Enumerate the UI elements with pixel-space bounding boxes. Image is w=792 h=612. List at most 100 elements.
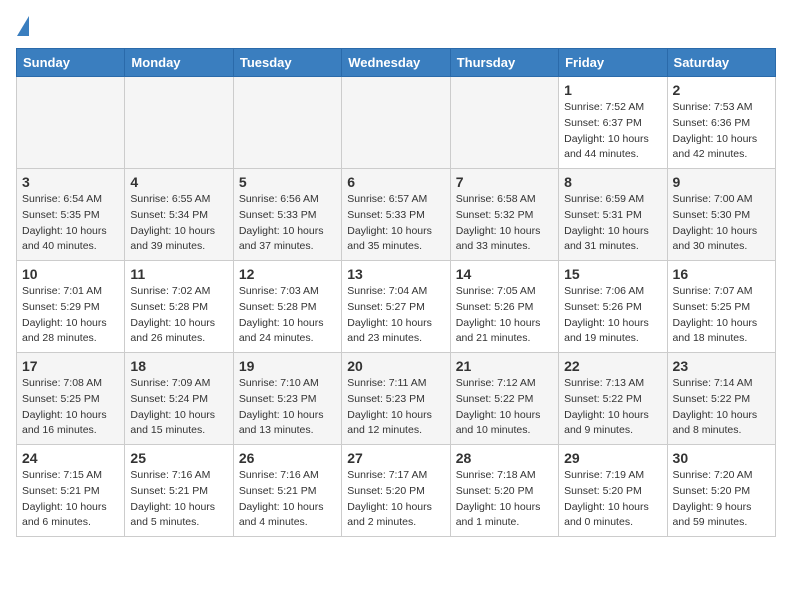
day-info: Sunrise: 6:59 AM Sunset: 5:31 PM Dayligh… xyxy=(564,192,661,255)
weekday-header-friday: Friday xyxy=(559,49,667,77)
calendar-week-row: 24Sunrise: 7:15 AM Sunset: 5:21 PM Dayli… xyxy=(17,445,776,537)
day-number: 21 xyxy=(456,358,553,374)
weekday-header-monday: Monday xyxy=(125,49,233,77)
day-number: 8 xyxy=(564,174,661,190)
calendar-cell: 14 Sunrise: 7:05 AM Sunset: 5:26 PM Dayli… xyxy=(450,261,558,353)
day-info: Sunrise: 7:05 AM Sunset: 5:26 PM Dayligh… xyxy=(456,284,553,347)
calendar-cell xyxy=(342,77,450,169)
day-number: 3 xyxy=(22,174,119,190)
calendar-cell: 18 Sunrise: 7:09 AM Sunset: 5:24 PM Dayli… xyxy=(125,353,233,445)
logo xyxy=(16,16,29,36)
calendar-cell: 12 Sunrise: 7:03 AM Sunset: 5:28 PM Dayli… xyxy=(233,261,341,353)
calendar-cell: 28 Sunrise: 7:18 AM Sunset: 5:20 PM Dayli… xyxy=(450,445,558,537)
day-number: 12 xyxy=(239,266,336,282)
day-info: Sunrise: 6:58 AM Sunset: 5:32 PM Dayligh… xyxy=(456,192,553,255)
day-number: 22 xyxy=(564,358,661,374)
day-number: 25 xyxy=(130,450,227,466)
calendar-cell: 13 Sunrise: 7:04 AM Sunset: 5:27 PM Dayli… xyxy=(342,261,450,353)
day-info: Sunrise: 7:20 AM Sunset: 5:20 PM Dayligh… xyxy=(673,468,770,531)
day-number: 7 xyxy=(456,174,553,190)
day-number: 2 xyxy=(673,82,770,98)
day-number: 17 xyxy=(22,358,119,374)
weekday-header-wednesday: Wednesday xyxy=(342,49,450,77)
calendar-cell: 1Sunrise: 7:52 AM Sunset: 6:37 PM Daylig… xyxy=(559,77,667,169)
day-info: Sunrise: 6:55 AM Sunset: 5:34 PM Dayligh… xyxy=(130,192,227,255)
day-number: 19 xyxy=(239,358,336,374)
calendar-cell: 2Sunrise: 7:53 AM Sunset: 6:36 PM Daylig… xyxy=(667,77,775,169)
day-info: Sunrise: 7:19 AM Sunset: 5:20 PM Dayligh… xyxy=(564,468,661,531)
day-info: Sunrise: 7:16 AM Sunset: 5:21 PM Dayligh… xyxy=(239,468,336,531)
calendar-cell: 30 Sunrise: 7:20 AM Sunset: 5:20 PM Dayli… xyxy=(667,445,775,537)
day-number: 24 xyxy=(22,450,119,466)
day-number: 27 xyxy=(347,450,444,466)
weekday-header-tuesday: Tuesday xyxy=(233,49,341,77)
calendar-cell: 4 Sunrise: 6:55 AM Sunset: 5:34 PM Daylig… xyxy=(125,169,233,261)
day-number: 23 xyxy=(673,358,770,374)
calendar-cell: 25 Sunrise: 7:16 AM Sunset: 5:21 PM Dayli… xyxy=(125,445,233,537)
day-number: 14 xyxy=(456,266,553,282)
calendar-cell xyxy=(450,77,558,169)
day-info: Sunrise: 7:12 AM Sunset: 5:22 PM Dayligh… xyxy=(456,376,553,439)
day-info: Sunrise: 7:07 AM Sunset: 5:25 PM Dayligh… xyxy=(673,284,770,347)
day-info: Sunrise: 7:14 AM Sunset: 5:22 PM Dayligh… xyxy=(673,376,770,439)
calendar-cell: 19 Sunrise: 7:10 AM Sunset: 5:23 PM Dayli… xyxy=(233,353,341,445)
calendar-cell: 27 Sunrise: 7:17 AM Sunset: 5:20 PM Dayli… xyxy=(342,445,450,537)
day-number: 26 xyxy=(239,450,336,466)
calendar-cell: 20 Sunrise: 7:11 AM Sunset: 5:23 PM Dayli… xyxy=(342,353,450,445)
day-info: Sunrise: 7:13 AM Sunset: 5:22 PM Dayligh… xyxy=(564,376,661,439)
day-number: 6 xyxy=(347,174,444,190)
day-number: 11 xyxy=(130,266,227,282)
day-info: Sunrise: 7:09 AM Sunset: 5:24 PM Dayligh… xyxy=(130,376,227,439)
day-info: Sunrise: 7:06 AM Sunset: 5:26 PM Dayligh… xyxy=(564,284,661,347)
calendar-cell: 5 Sunrise: 6:56 AM Sunset: 5:33 PM Daylig… xyxy=(233,169,341,261)
day-info: Sunrise: 7:16 AM Sunset: 5:21 PM Dayligh… xyxy=(130,468,227,531)
day-number: 13 xyxy=(347,266,444,282)
day-info: Sunrise: 6:54 AM Sunset: 5:35 PM Dayligh… xyxy=(22,192,119,255)
calendar-cell: 21 Sunrise: 7:12 AM Sunset: 5:22 PM Dayli… xyxy=(450,353,558,445)
day-number: 4 xyxy=(130,174,227,190)
calendar-cell: 26 Sunrise: 7:16 AM Sunset: 5:21 PM Dayli… xyxy=(233,445,341,537)
day-number: 15 xyxy=(564,266,661,282)
calendar-cell xyxy=(233,77,341,169)
calendar-cell: 8 Sunrise: 6:59 AM Sunset: 5:31 PM Daylig… xyxy=(559,169,667,261)
calendar-cell: 10 Sunrise: 7:01 AM Sunset: 5:29 PM Dayli… xyxy=(17,261,125,353)
day-number: 30 xyxy=(673,450,770,466)
calendar-cell: 22 Sunrise: 7:13 AM Sunset: 5:22 PM Dayli… xyxy=(559,353,667,445)
day-number: 16 xyxy=(673,266,770,282)
calendar-cell: 15 Sunrise: 7:06 AM Sunset: 5:26 PM Dayli… xyxy=(559,261,667,353)
day-info: Sunrise: 7:18 AM Sunset: 5:20 PM Dayligh… xyxy=(456,468,553,531)
calendar-week-row: 1Sunrise: 7:52 AM Sunset: 6:37 PM Daylig… xyxy=(17,77,776,169)
day-number: 20 xyxy=(347,358,444,374)
day-info: Sunrise: 7:10 AM Sunset: 5:23 PM Dayligh… xyxy=(239,376,336,439)
day-info: Sunrise: 7:17 AM Sunset: 5:20 PM Dayligh… xyxy=(347,468,444,531)
day-info: Sunrise: 6:57 AM Sunset: 5:33 PM Dayligh… xyxy=(347,192,444,255)
day-info: Sunrise: 7:04 AM Sunset: 5:27 PM Dayligh… xyxy=(347,284,444,347)
calendar-week-row: 3 Sunrise: 6:54 AM Sunset: 5:35 PM Daylig… xyxy=(17,169,776,261)
calendar-cell: 29 Sunrise: 7:19 AM Sunset: 5:20 PM Dayli… xyxy=(559,445,667,537)
day-info: Sunrise: 7:03 AM Sunset: 5:28 PM Dayligh… xyxy=(239,284,336,347)
day-info: Sunrise: 6:56 AM Sunset: 5:33 PM Dayligh… xyxy=(239,192,336,255)
day-number: 29 xyxy=(564,450,661,466)
weekday-header-thursday: Thursday xyxy=(450,49,558,77)
calendar-week-row: 17 Sunrise: 7:08 AM Sunset: 5:25 PM Dayli… xyxy=(17,353,776,445)
page-header xyxy=(16,16,776,36)
day-info: Sunrise: 7:01 AM Sunset: 5:29 PM Dayligh… xyxy=(22,284,119,347)
day-number: 9 xyxy=(673,174,770,190)
calendar-cell: 11 Sunrise: 7:02 AM Sunset: 5:28 PM Dayli… xyxy=(125,261,233,353)
day-number: 5 xyxy=(239,174,336,190)
day-number: 10 xyxy=(22,266,119,282)
calendar-cell: 3 Sunrise: 6:54 AM Sunset: 5:35 PM Daylig… xyxy=(17,169,125,261)
calendar-cell: 17 Sunrise: 7:08 AM Sunset: 5:25 PM Dayli… xyxy=(17,353,125,445)
day-info: Sunrise: 7:02 AM Sunset: 5:28 PM Dayligh… xyxy=(130,284,227,347)
day-info: Sunrise: 7:11 AM Sunset: 5:23 PM Dayligh… xyxy=(347,376,444,439)
calendar-week-row: 10 Sunrise: 7:01 AM Sunset: 5:29 PM Dayli… xyxy=(17,261,776,353)
day-number: 1 xyxy=(564,82,661,98)
calendar-cell: 16 Sunrise: 7:07 AM Sunset: 5:25 PM Dayli… xyxy=(667,261,775,353)
day-info: Sunrise: 7:00 AM Sunset: 5:30 PM Dayligh… xyxy=(673,192,770,255)
calendar-cell: 7 Sunrise: 6:58 AM Sunset: 5:32 PM Daylig… xyxy=(450,169,558,261)
day-number: 28 xyxy=(456,450,553,466)
calendar-cell xyxy=(17,77,125,169)
calendar-table: SundayMondayTuesdayWednesdayThursdayFrid… xyxy=(16,48,776,537)
day-number: 18 xyxy=(130,358,227,374)
day-info: Sunrise: 7:08 AM Sunset: 5:25 PM Dayligh… xyxy=(22,376,119,439)
